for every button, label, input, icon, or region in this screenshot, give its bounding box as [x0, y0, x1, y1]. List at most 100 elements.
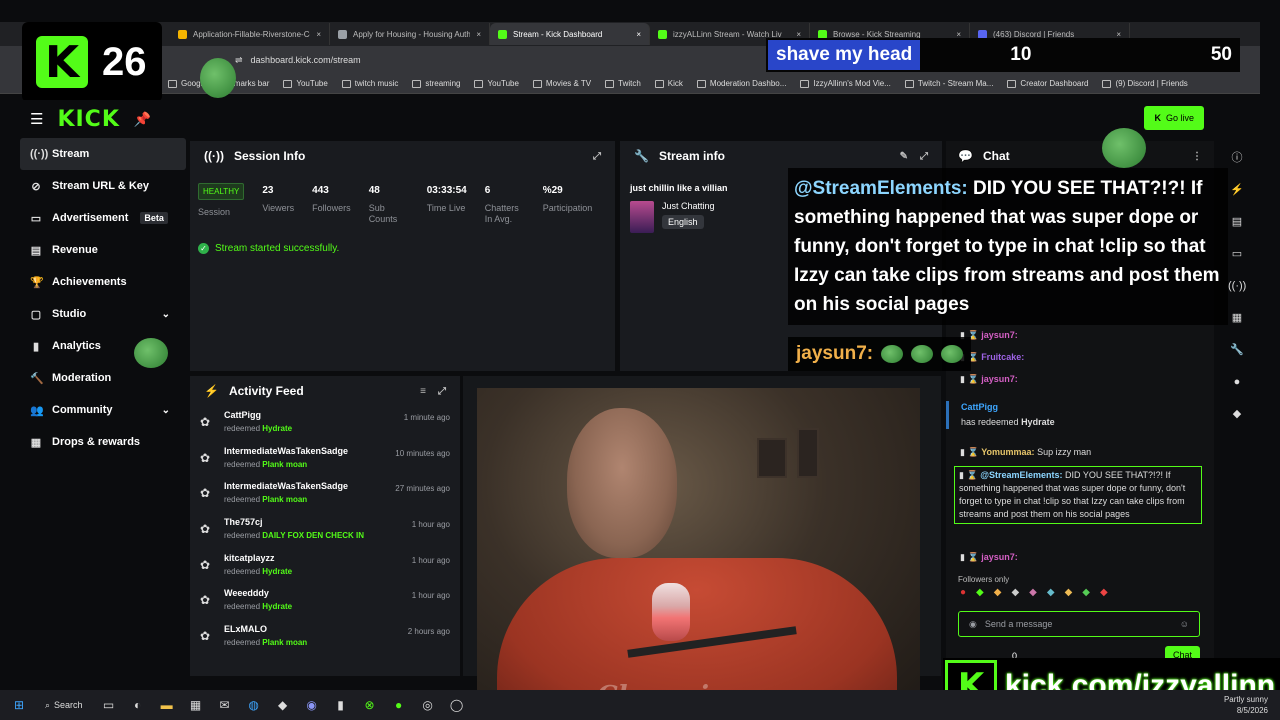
- activity-item[interactable]: ✿ kitcatplayzz redeemed Hydrate 1 hour ago: [190, 553, 460, 589]
- go-live-button[interactable]: K Go live: [1144, 106, 1204, 130]
- activity-item[interactable]: ✿ IntermediateWasTakenSadge redeemed Plank…: [190, 446, 460, 482]
- bookmark-item[interactable]: Twitch: [605, 79, 641, 88]
- app-icon[interactable]: ◐: [129, 696, 147, 714]
- url-text[interactable]: dashboard.kick.com/stream: [251, 55, 361, 65]
- system-clock[interactable]: Partly sunny 8/5/2026: [1224, 694, 1268, 716]
- sidebar-item-stream[interactable]: ((·)) Stream: [20, 138, 186, 170]
- activity-username[interactable]: CattPigg: [224, 410, 292, 420]
- bookmark-item[interactable]: (9) Discord | Friends: [1102, 79, 1188, 88]
- emoji-icon[interactable]: ☺: [1180, 619, 1189, 629]
- emote-icon[interactable]: ◆: [1029, 587, 1037, 598]
- more-options-icon[interactable]: ⋮: [1192, 151, 1202, 162]
- tab-close-icon[interactable]: ×: [316, 30, 321, 39]
- emote-icon[interactable]: ◆: [1047, 587, 1055, 598]
- emote-icon[interactable]: ◆: [976, 587, 984, 598]
- bookmark-item[interactable]: IzzyAllinn's Mod Vie...: [800, 79, 891, 88]
- menu-icon[interactable]: ☰: [30, 110, 43, 128]
- emote-bar[interactable]: ● ◆ ◆ ◆ ◆ ◆ ◆ ◆ ◆: [960, 587, 1108, 598]
- task-view-icon[interactable]: ▭: [100, 696, 118, 714]
- bookmark-item[interactable]: Twitch - Stream Ma...: [904, 79, 993, 88]
- popout-icon[interactable]: ⤢: [593, 151, 601, 162]
- emote-icon[interactable]: ◆: [1100, 587, 1108, 598]
- bookmark-item[interactable]: Creator Dashboard: [1007, 79, 1088, 88]
- bookmark-item[interactable]: YouTube: [283, 79, 328, 88]
- chevron-down-icon[interactable]: ⌄: [162, 405, 170, 416]
- edit-icon[interactable]: ✎: [900, 151, 908, 162]
- chat-username[interactable]: Fruitcake:: [981, 352, 1024, 362]
- filter-icon[interactable]: ≡: [420, 386, 426, 397]
- activity-item[interactable]: ✿ IntermediateWasTakenSadge redeemed Plank…: [190, 481, 460, 517]
- mail-icon[interactable]: ✉: [216, 696, 234, 714]
- bookmark-item[interactable]: Moderation Dashbo...: [696, 79, 786, 88]
- emote-icon[interactable]: ◆: [1082, 587, 1090, 598]
- activity-username[interactable]: ELxMALO: [224, 624, 307, 634]
- edge-icon[interactable]: ◍: [245, 696, 263, 714]
- tab-close-icon[interactable]: ×: [636, 30, 641, 39]
- browser-tab[interactable]: Apply for Housing - Housing Auth ×: [330, 23, 490, 45]
- gem-icon[interactable]: ◆: [1228, 405, 1246, 423]
- chat-username[interactable]: CattPigg: [961, 402, 998, 412]
- activity-item[interactable]: ✿ ELxMALO redeemed Plank moan 2 hours ago: [190, 624, 460, 660]
- spotify-icon[interactable]: ●: [390, 696, 408, 714]
- windows-start-icon[interactable]: ⊞: [10, 696, 28, 714]
- taskbar-search[interactable]: ⌕ Search: [39, 700, 89, 711]
- bookmark-item[interactable]: Movies & TV: [532, 79, 591, 88]
- chat-username[interactable]: Yomummaa:: [981, 447, 1034, 457]
- chat-input[interactable]: ◉ Send a message ☺: [958, 611, 1200, 637]
- calendar-icon[interactable]: ▦: [1228, 309, 1246, 327]
- broadcast-icon[interactable]: ((·)): [1228, 277, 1246, 295]
- chat-controls-icon[interactable]: ▮ ⌛: [960, 374, 979, 384]
- pin-icon[interactable]: 📌: [134, 111, 151, 128]
- bookmark-item[interactable]: Kick: [654, 79, 683, 88]
- sidebar-item-drops-rewards[interactable]: ▦ Drops & rewards: [14, 426, 186, 458]
- app-icon[interactable]: ◆: [274, 696, 292, 714]
- chat-controls-icon[interactable]: ▮ ⌛: [959, 470, 978, 480]
- sidebar-item-achievements[interactable]: 🏆 Achievements: [14, 266, 186, 298]
- info-icon[interactable]: ⓘ: [1228, 149, 1246, 167]
- discord-icon[interactable]: ◉: [303, 696, 321, 714]
- sidebar-item-revenue[interactable]: ▤ Revenue: [14, 234, 186, 266]
- folder-icon[interactable]: ▬: [158, 696, 176, 714]
- emote-icon[interactable]: ◆: [994, 587, 1002, 598]
- chat-username[interactable]: jaysun7:: [981, 330, 1018, 340]
- sidebar-item-moderation[interactable]: 🔨 Moderation: [14, 362, 186, 394]
- kick-wordmark-logo[interactable]: KICK: [57, 107, 119, 132]
- activity-item[interactable]: ✿ Weeedddy redeemed Hydrate 1 hour ago: [190, 588, 460, 624]
- wrench-icon[interactable]: 🔧: [1228, 341, 1246, 359]
- chat-controls-icon[interactable]: ▮ ⌛: [960, 552, 979, 562]
- bolt-icon[interactable]: ⚡: [1228, 181, 1246, 199]
- activity-username[interactable]: Weeedddy: [224, 588, 292, 598]
- sidebar-item-community[interactable]: 👥 Community ⌄: [14, 394, 186, 426]
- sidebar-item-advertisement[interactable]: ▭ Advertisement Beta: [14, 202, 186, 234]
- bookmark-item[interactable]: streaming: [412, 79, 460, 88]
- activity-username[interactable]: IntermediateWasTakenSadge: [224, 481, 348, 491]
- chat-username[interactable]: jaysun7:: [981, 552, 1018, 562]
- steam-icon[interactable]: ◎: [419, 696, 437, 714]
- obs-icon[interactable]: ◯: [448, 696, 466, 714]
- sidebar-item-studio[interactable]: ▢ Studio ⌄: [14, 298, 186, 330]
- chat-username[interactable]: jaysun7:: [981, 374, 1018, 384]
- activity-username[interactable]: The757cj: [224, 517, 364, 527]
- activity-item[interactable]: ✿ CattPigg redeemed Hydrate 1 minute ago: [190, 410, 460, 446]
- chat-input-placeholder[interactable]: Send a message: [985, 619, 1053, 629]
- group-icon[interactable]: ●: [1228, 373, 1246, 391]
- browser-tab[interactable]: Stream - Kick Dashboard ×: [490, 23, 650, 45]
- popout-icon[interactable]: ⤢: [920, 151, 928, 162]
- activity-username[interactable]: kitcatplayzz: [224, 553, 292, 563]
- activity-username[interactable]: IntermediateWasTakenSadge: [224, 446, 348, 456]
- browser-tab[interactable]: Application-Fillable-Riverstone-Co ×: [170, 23, 330, 45]
- audio-app-icon[interactable]: ▮: [332, 696, 350, 714]
- emote-icon[interactable]: ●: [960, 587, 966, 598]
- chat-controls-icon[interactable]: ▮ ⌛: [960, 447, 979, 457]
- chevron-down-icon[interactable]: ⌄: [162, 309, 170, 320]
- bookmark-item[interactable]: YouTube: [474, 79, 519, 88]
- message-icon[interactable]: ▭: [1228, 245, 1246, 263]
- activity-item[interactable]: ✿ The757cj redeemed DAILY FOX DEN CHECK IN…: [190, 517, 460, 553]
- xbox-icon[interactable]: ⊗: [361, 696, 379, 714]
- emote-icon[interactable]: ◆: [1011, 587, 1019, 598]
- chat-username[interactable]: @StreamElements:: [980, 470, 1062, 480]
- popout-icon[interactable]: ⤢: [438, 386, 446, 397]
- emote-icon[interactable]: ◆: [1065, 587, 1073, 598]
- tab-close-icon[interactable]: ×: [476, 30, 481, 39]
- bookmark-item[interactable]: twitch music: [341, 79, 398, 88]
